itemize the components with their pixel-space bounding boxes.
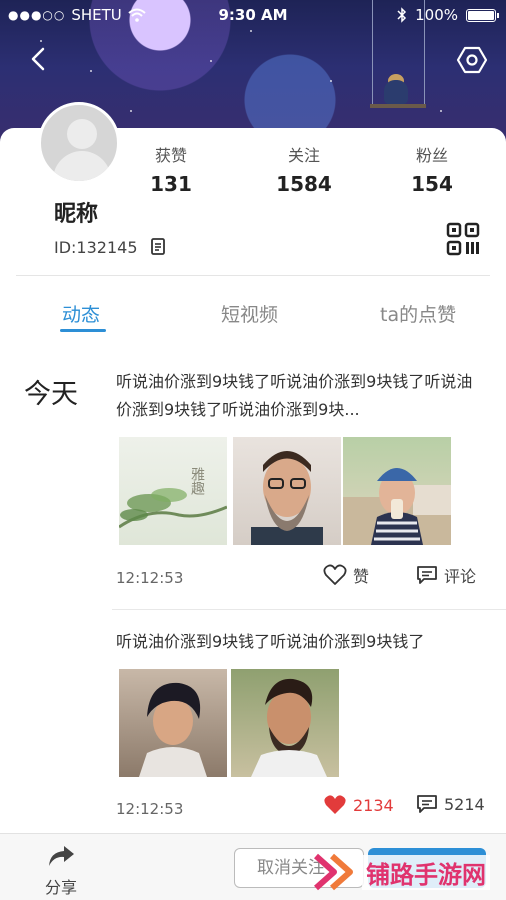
date-label: 今天 bbox=[24, 379, 78, 410]
like-count: 2134 bbox=[353, 795, 394, 815]
tab-posts[interactable]: 动态 bbox=[62, 300, 100, 327]
tab-short-videos[interactable]: 短视频 bbox=[221, 300, 278, 327]
nickname: 昵称 bbox=[54, 202, 99, 227]
heart-filled-icon bbox=[324, 795, 346, 814]
post-text[interactable]: 听说油价涨到9块钱了听说油价涨到9块钱了 bbox=[116, 628, 486, 656]
share-arrow-icon bbox=[49, 846, 74, 866]
stat-likes[interactable]: 获赞 131 bbox=[111, 142, 231, 196]
hexagon-settings-icon bbox=[456, 46, 488, 74]
comment-icon bbox=[417, 795, 437, 813]
comment-label: 评论 bbox=[444, 567, 477, 586]
watermark-text: 铺路手游网 bbox=[362, 854, 490, 890]
copy-icon[interactable] bbox=[149, 237, 167, 257]
settings-button[interactable] bbox=[456, 44, 488, 76]
post-time: 12:12:53 bbox=[116, 569, 184, 587]
comment-count: 5214 bbox=[444, 794, 485, 814]
heart-outline-icon bbox=[323, 564, 347, 585]
tab-liked[interactable]: ta的点赞 bbox=[380, 300, 456, 327]
share-label: 分享 bbox=[44, 878, 77, 897]
battery-fill bbox=[468, 10, 494, 20]
divider bbox=[16, 275, 490, 276]
post-image-smiling-man[interactable] bbox=[231, 669, 339, 777]
status-bar: ●●●○○ SHETU 9:30 AM 100% bbox=[0, 0, 506, 30]
back-button[interactable] bbox=[24, 44, 54, 74]
watermark-logo-icon bbox=[314, 853, 353, 891]
like-button[interactable]: 2134 bbox=[323, 794, 394, 816]
battery-icon bbox=[466, 8, 499, 22]
qr-code-icon[interactable] bbox=[446, 222, 480, 256]
stat-label: 获赞 bbox=[154, 146, 187, 165]
post-time: 12:12:53 bbox=[116, 800, 184, 818]
user-id: ID:132145 bbox=[54, 238, 138, 257]
active-tab-indicator bbox=[60, 329, 106, 332]
comment-button[interactable]: 评论 bbox=[416, 563, 476, 587]
ink-painting-text: 雅趣 bbox=[189, 467, 205, 495]
share-button[interactable]: 分享 bbox=[36, 844, 86, 898]
post-image-bearded-man[interactable] bbox=[233, 437, 341, 545]
post-text[interactable]: 听说油价涨到9块钱了听说油价涨到9块钱了听说油价涨到9块钱了听说油价涨到9块..… bbox=[116, 368, 486, 424]
bluetooth-icon bbox=[397, 7, 407, 23]
like-label: 赞 bbox=[353, 567, 370, 586]
stat-value: 154 bbox=[411, 172, 453, 196]
watermark: 铺路手游网 bbox=[312, 844, 506, 900]
post-image-young-man[interactable] bbox=[119, 669, 227, 777]
stat-label: 粉丝 bbox=[415, 146, 448, 165]
post-divider bbox=[112, 609, 506, 610]
stat-label: 关注 bbox=[287, 146, 320, 165]
comment-button[interactable]: 5214 bbox=[416, 794, 485, 814]
post-image-landscape[interactable]: 雅趣 bbox=[119, 437, 227, 545]
stat-following[interactable]: 关注 1584 bbox=[244, 142, 364, 196]
comment-icon bbox=[417, 566, 437, 584]
stat-value: 131 bbox=[150, 172, 192, 196]
battery-percent: 100% bbox=[415, 6, 458, 24]
stat-fans[interactable]: 粉丝 154 bbox=[372, 142, 492, 196]
post-image-woman-beanie[interactable] bbox=[343, 437, 451, 545]
chevron-left-icon bbox=[31, 47, 45, 71]
stat-value: 1584 bbox=[276, 172, 332, 196]
like-button[interactable]: 赞 bbox=[323, 563, 369, 587]
avatar[interactable] bbox=[38, 102, 120, 184]
